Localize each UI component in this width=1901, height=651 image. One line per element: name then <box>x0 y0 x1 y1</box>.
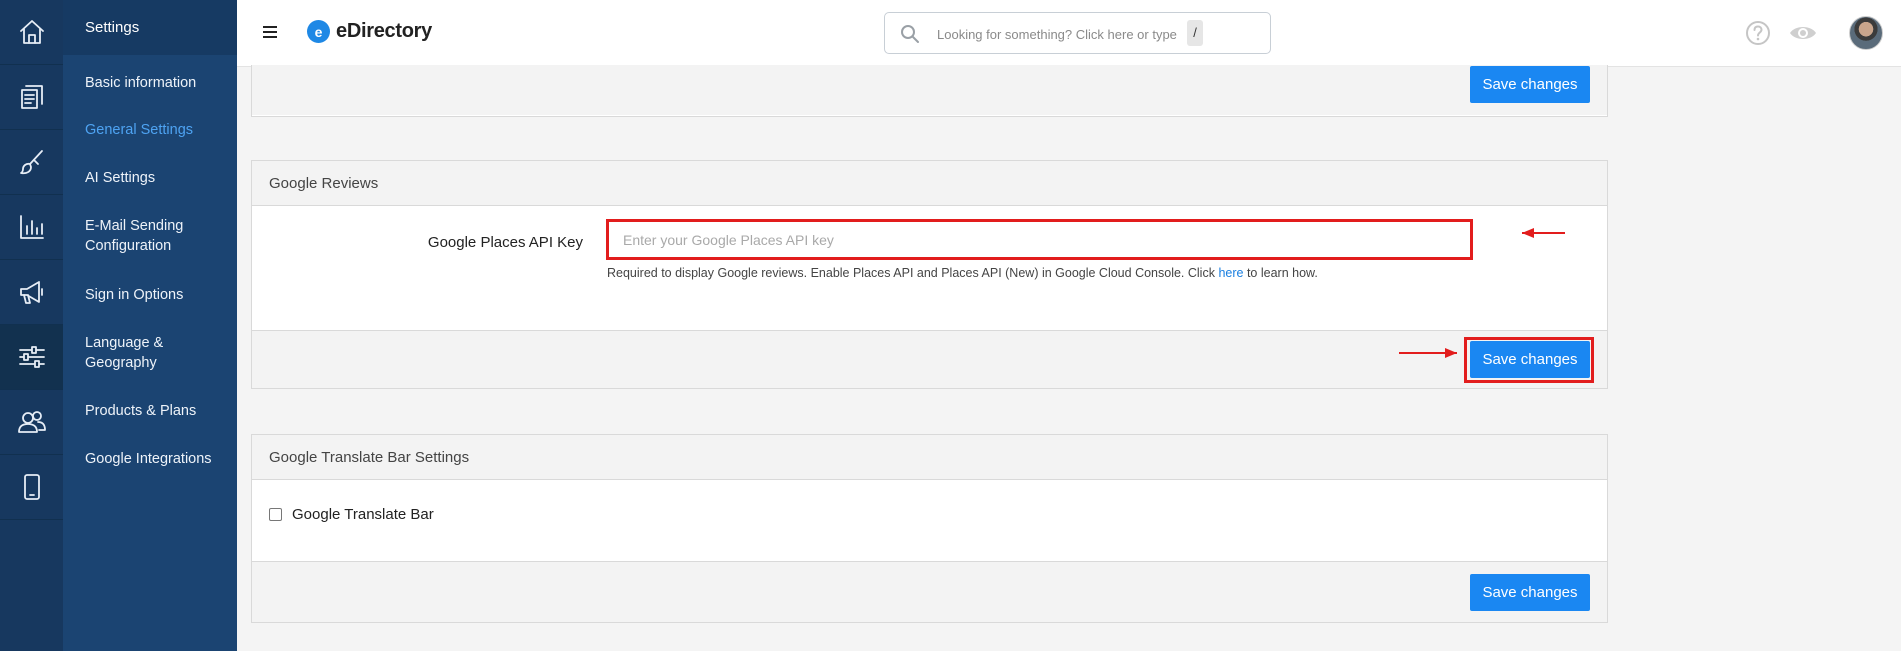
preview-eye-icon[interactable] <box>1788 22 1818 44</box>
reports-icon <box>19 215 44 239</box>
rail-item-promote[interactable] <box>0 260 63 325</box>
google-reviews-footer: Save changes <box>252 330 1607 388</box>
design-icon <box>19 150 43 175</box>
google-reviews-title: Google Reviews <box>252 161 1607 206</box>
submenu-item-ai-settings[interactable]: AI Settings <box>85 168 233 188</box>
save-changes-button-translate[interactable]: Save changes <box>1470 574 1590 611</box>
logo-mark-icon: e <box>307 20 330 43</box>
rail-item-content[interactable] <box>0 65 63 130</box>
submenu-item-google-integrations[interactable]: Google Integrations <box>85 449 233 469</box>
google-translate-bar-label[interactable]: Google Translate Bar <box>292 506 434 523</box>
top-bar: e eDirectory Looking for something? Clic… <box>237 0 1901 67</box>
google-translate-bar-checkbox[interactable] <box>269 508 282 521</box>
save-changes-button-top[interactable]: Save changes <box>1470 66 1590 103</box>
google-reviews-body: Google Places API Key Required to displa… <box>252 206 1607 330</box>
google-translate-title: Google Translate Bar Settings <box>252 435 1607 480</box>
app-name: eDirectory <box>336 20 432 42</box>
help-text-before: Required to display Google reviews. Enab… <box>607 266 1215 280</box>
mobile-icon <box>23 474 40 500</box>
save-changes-button-reviews[interactable]: Save changes <box>1470 341 1590 378</box>
submenu-item-products-plans[interactable]: Products & Plans <box>85 401 233 421</box>
submenu-item-basic-information[interactable]: Basic information <box>85 73 233 93</box>
google-translate-footer: Save changes <box>252 561 1607 622</box>
main-content: Save changes Google Reviews Google Place… <box>237 65 1901 651</box>
google-translate-bar-option[interactable]: Google Translate Bar <box>269 506 434 523</box>
app-logo[interactable]: e eDirectory <box>307 20 432 43</box>
rail-item-design[interactable] <box>0 130 63 195</box>
annotation-arrow-left-icon <box>1522 228 1565 238</box>
google-reviews-panel: Google Reviews Google Places API Key Req… <box>251 160 1608 389</box>
google-places-help-text: Required to display Google reviews. Enab… <box>607 266 1318 280</box>
rail-item-users[interactable] <box>0 390 63 455</box>
help-icon[interactable] <box>1745 20 1771 46</box>
settings-submenu: Settings Basic information General Setti… <box>63 0 237 651</box>
submenu-item-email-sending[interactable]: E-Mail Sending Configuration <box>85 216 233 256</box>
submenu-item-general-settings[interactable]: General Settings <box>85 120 233 140</box>
submenu-title: Settings <box>63 0 237 55</box>
search-shortcut-key: / <box>1187 20 1203 46</box>
help-here-link[interactable]: here <box>1218 266 1243 280</box>
promote-icon <box>19 281 43 304</box>
submenu-item-sign-in-options[interactable]: Sign in Options <box>85 285 233 305</box>
google-places-api-key-input[interactable] <box>606 219 1473 260</box>
google-translate-body: Google Translate Bar <box>252 480 1607 561</box>
rail-item-reports[interactable] <box>0 195 63 260</box>
content-icon <box>20 85 43 109</box>
help-text-after: to learn how. <box>1246 266 1318 280</box>
menu-toggle-icon[interactable] <box>263 26 277 38</box>
panel-footer: Save changes <box>252 65 1607 115</box>
search-box[interactable]: Looking for something? Click here or typ… <box>884 12 1271 54</box>
rail-item-mobile[interactable] <box>0 455 63 520</box>
icon-rail <box>0 0 63 651</box>
google-translate-panel: Google Translate Bar Settings Google Tra… <box>251 434 1608 623</box>
users-icon <box>17 411 46 433</box>
rail-item-settings[interactable] <box>0 325 63 390</box>
annotation-arrow-right-icon <box>1399 348 1457 358</box>
previous-settings-panel: Save changes <box>251 65 1608 117</box>
user-avatar[interactable] <box>1849 16 1883 50</box>
rail-item-home[interactable] <box>0 0 63 65</box>
home-icon <box>19 20 44 44</box>
google-places-api-key-label: Google Places API Key <box>427 234 583 251</box>
settings-sliders-icon <box>18 346 45 368</box>
submenu-item-language-geography[interactable]: Language & Geography <box>85 333 233 373</box>
search-placeholder: Looking for something? Click here or typ… <box>937 27 1177 42</box>
search-icon <box>901 25 919 43</box>
